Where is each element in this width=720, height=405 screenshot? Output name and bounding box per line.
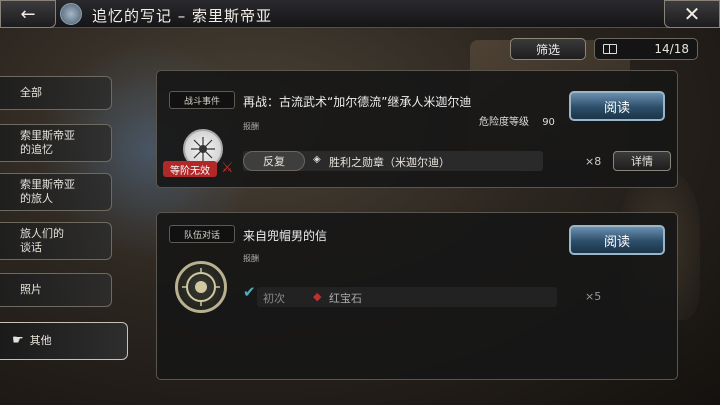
sidebar-item-label: 索里斯帝亚 的追忆 — [20, 129, 75, 156]
party-emblem-icon — [175, 261, 227, 313]
entry-tag: 战斗事件 — [169, 91, 235, 109]
sidebar-item-label: 索里斯帝亚 的旅人 — [20, 178, 75, 205]
sidebar-item-travelers[interactable]: 索里斯帝亚 的旅人 — [0, 173, 112, 211]
reward-item: 胜利之勋章（米迦尔迪） — [329, 156, 450, 169]
entry-card-battle: 战斗事件 再战：古流武术“加尔德流”继承人米迦尔迪 危险度等级 90 阅读 报酬… — [156, 70, 678, 188]
reward-count: ×8 — [585, 155, 602, 168]
sidebar-item-label: 其他 — [29, 334, 52, 347]
sidebar-item-all[interactable]: 全部 — [0, 76, 112, 110]
danger-value: 90 — [542, 117, 555, 128]
sidebar-item-label: 全部 — [20, 86, 42, 99]
book-icon — [603, 44, 617, 54]
crossed-swords-icon: ⚔ — [221, 160, 234, 176]
repeat-pill: 反复 — [243, 151, 305, 171]
reward-row: 初次 ◆ 红宝石 — [257, 287, 557, 307]
medal-icon: ◈ — [313, 154, 321, 165]
filter-button[interactable]: 筛选 — [510, 38, 586, 60]
collection-counter: 14/18 — [594, 38, 698, 60]
sidebar-item-conversations[interactable]: 旅人们的 谈话 — [0, 222, 112, 260]
entry-title: 再战：古流武术“加尔德流”继承人米迦尔迪 — [243, 95, 472, 109]
ruby-icon: ◆ — [313, 290, 322, 303]
page-title: 追忆的写记 – 索里斯帝亚 — [92, 7, 273, 25]
read-button[interactable]: 阅读 — [569, 91, 665, 121]
back-button[interactable]: ← — [0, 0, 56, 28]
close-icon: ✕ — [683, 2, 701, 26]
read-button[interactable]: 阅读 — [569, 225, 665, 255]
reward-label: 报酬 — [243, 254, 259, 263]
reward-row: 反复 ◈ 胜利之勋章（米迦尔迪） — [243, 151, 543, 171]
reward-count: ×5 — [585, 290, 602, 303]
entry-card-party: 队伍对话 来自兜帽男的信 阅读 报酬 ✔ 初次 ◆ 红宝石 ×5 — [156, 212, 678, 380]
counter-value: 14/18 — [654, 42, 689, 56]
danger-label: 危险度等级 — [479, 117, 529, 128]
check-icon: ✔ — [243, 283, 256, 301]
emblem-icon — [60, 3, 82, 25]
sidebar-item-memories[interactable]: 索里斯帝亚 的追忆 — [0, 124, 112, 162]
reward-item: 红宝石 — [329, 292, 362, 305]
sidebar-item-other[interactable]: ☛ 其他 — [0, 322, 128, 360]
sidebar-item-label: 照片 — [20, 283, 42, 296]
rank-invalid-badge: 等阶无效 — [163, 161, 217, 177]
top-bar: ← 追忆的写记 – 索里斯帝亚 ✕ — [0, 0, 720, 28]
back-arrow-icon: ← — [20, 3, 36, 25]
entry-tag: 队伍对话 — [169, 225, 235, 243]
sidebar-item-label: 旅人们的 谈话 — [20, 227, 64, 254]
entry-title: 来自兜帽男的信 — [243, 229, 328, 243]
first-time-label: 初次 — [263, 292, 285, 305]
danger-level: 危险度等级 90 — [479, 113, 555, 128]
close-button[interactable]: ✕ — [664, 0, 720, 28]
pointing-hand-icon: ☛ — [12, 333, 24, 348]
sidebar-item-photos[interactable]: 照片 — [0, 273, 112, 307]
reward-label: 报酬 — [243, 122, 259, 131]
detail-button[interactable]: 详情 — [613, 151, 671, 171]
